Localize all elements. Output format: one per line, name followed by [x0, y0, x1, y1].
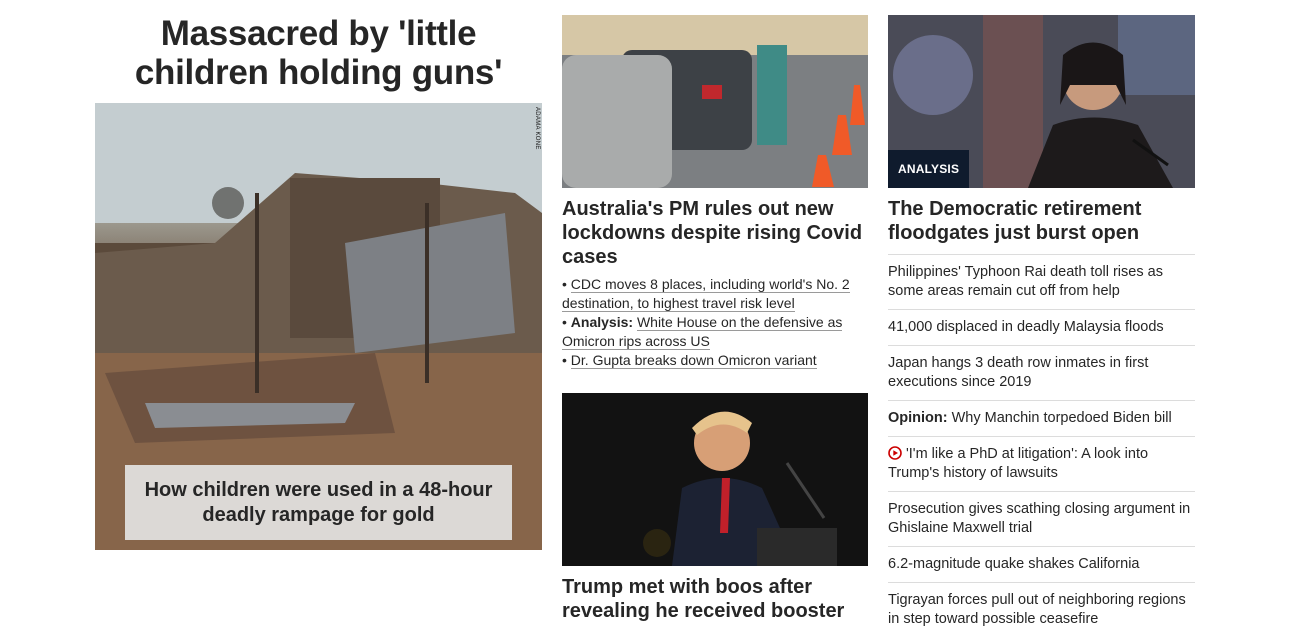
- related-link-text: CDC moves 8 places, including world's No…: [562, 276, 850, 312]
- list-item-text: Tigrayan forces pull out of neighboring …: [888, 592, 1186, 627]
- lead-story-image[interactable]: ADAMA KONE How children were used in a 4…: [95, 103, 542, 550]
- trump-story-image[interactable]: [562, 393, 868, 566]
- list-item[interactable]: 6.2-magnitude quake shakes California: [888, 546, 1195, 582]
- related-link[interactable]: • Analysis: White House on the defensive…: [562, 313, 868, 351]
- lead-caption[interactable]: How children were used in a 48-hour dead…: [125, 465, 512, 540]
- right-column: ANALYSIS The Democratic retirement flood…: [888, 15, 1195, 637]
- list-item-text: 6.2-magnitude quake shakes California: [888, 556, 1140, 572]
- list-item[interactable]: Japan hangs 3 death row inmates in first…: [888, 345, 1195, 400]
- headline-list: Philippines' Typhoon Rai death toll rise…: [888, 254, 1195, 637]
- list-item-text: Philippines' Typhoon Rai death toll rise…: [888, 264, 1163, 299]
- list-item[interactable]: Prosecution gives scathing closing argum…: [888, 491, 1195, 546]
- related-link[interactable]: • CDC moves 8 places, including world's …: [562, 275, 868, 313]
- list-item-text: 'I'm like a PhD at litigation': A look i…: [888, 446, 1149, 481]
- analysis-badge: ANALYSIS: [888, 150, 970, 188]
- covid-story-image[interactable]: [562, 15, 868, 188]
- covid-related-links: • CDC moves 8 places, including world's …: [562, 275, 868, 370]
- list-item-text: Japan hangs 3 death row inmates in first…: [888, 355, 1149, 390]
- list-item[interactable]: Opinion: Why Manchin torpedoed Biden bil…: [888, 400, 1195, 436]
- lead-story: Massacred by 'little children holding gu…: [95, 14, 542, 550]
- video-play-icon: [888, 446, 902, 460]
- covid-photo: [562, 15, 868, 188]
- related-link[interactable]: • Dr. Gupta breaks down Omicron variant: [562, 351, 868, 370]
- photo-credit: ADAMA KONE: [534, 107, 540, 150]
- lead-headline[interactable]: Massacred by 'little children holding gu…: [95, 14, 542, 92]
- list-item-text: Prosecution gives scathing closing argum…: [888, 501, 1191, 536]
- middle-column: Australia's PM rules out new lockdowns d…: [562, 15, 868, 623]
- list-item-text: Why Manchin torpedoed Biden bill: [951, 410, 1172, 426]
- list-item-text: 41,000 displaced in deadly Malaysia floo…: [888, 319, 1164, 335]
- list-item[interactable]: Tigrayan forces pull out of neighboring …: [888, 582, 1195, 637]
- democratic-headline[interactable]: The Democratic retirement floodgates jus…: [888, 197, 1195, 245]
- list-item-prefix: Opinion:: [888, 410, 948, 426]
- covid-headline[interactable]: Australia's PM rules out new lockdowns d…: [562, 197, 868, 269]
- list-item[interactable]: 41,000 displaced in deadly Malaysia floo…: [888, 309, 1195, 345]
- related-link-text: Dr. Gupta breaks down Omicron variant: [570, 352, 817, 369]
- list-item[interactable]: 'I'm like a PhD at litigation': A look i…: [888, 436, 1195, 491]
- trump-headline[interactable]: Trump met with boos after revealing he r…: [562, 575, 868, 623]
- democratic-story-image[interactable]: ANALYSIS: [888, 15, 1195, 188]
- list-item[interactable]: Philippines' Typhoon Rai death toll rise…: [888, 254, 1195, 309]
- related-link-prefix: Analysis:: [570, 314, 634, 330]
- trump-photo: [562, 393, 868, 566]
